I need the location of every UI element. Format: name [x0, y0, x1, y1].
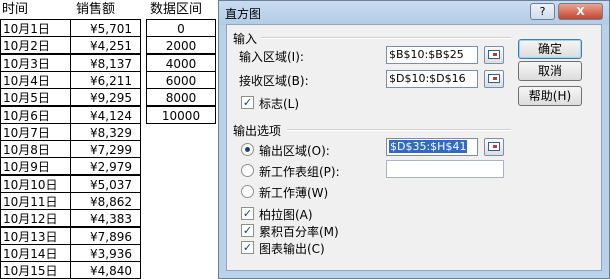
pareto-label: 柏拉图(A) — [259, 208, 313, 222]
cumulative-label: 累积百分率(M) — [259, 225, 339, 239]
chart-output-label: 图表输出(C) — [259, 242, 325, 256]
date-cell[interactable]: 10月5日 — [0, 88, 71, 107]
new-sheet-radio[interactable] — [241, 164, 254, 177]
dialog-title: 直方图 — [225, 7, 262, 21]
date-cell[interactable]: 10月14日 — [0, 243, 71, 262]
dialog-body: 输入 输入区域(I): $B$10:$B$25 接收区域(B): $D$10:$… — [226, 24, 602, 271]
sales-cell[interactable]: ¥7,896 — [70, 226, 141, 245]
cancel-button[interactable]: 取消 — [518, 61, 582, 81]
output-range-selected-text: $D$35:$H$41 — [389, 140, 468, 153]
date-cell[interactable]: 10月4日 — [0, 70, 71, 89]
bin-cell[interactable]: 6000 — [146, 70, 216, 89]
sales-cell[interactable]: ¥8,137 — [70, 53, 141, 72]
bin-range-label: 接收区域(B): — [239, 74, 309, 88]
sales-cell[interactable]: ¥5,037 — [70, 174, 141, 193]
date-cell[interactable]: 10月8日 — [0, 140, 71, 159]
histogram-dialog: 直方图 ? X 输入 输入区域(I): $B$10:$B$25 接收区域(B):… — [218, 0, 610, 279]
labels-checkbox[interactable]: ✓ — [241, 96, 254, 109]
bin-range-ref-button[interactable] — [484, 70, 504, 88]
title-help-button[interactable]: ? — [530, 3, 555, 20]
date-cell[interactable]: 10月9日 — [0, 157, 71, 176]
sales-cell[interactable]: ¥8,862 — [70, 192, 141, 210]
date-cell[interactable]: 10月3日 — [0, 53, 71, 72]
output-range-label: 输出区域(O): — [259, 144, 330, 158]
range-select-icon — [488, 74, 500, 83]
date-cell[interactable]: 10月2日 — [0, 36, 71, 55]
date-cell[interactable]: 10月6日 — [0, 105, 71, 124]
output-range-field[interactable]: $D$35:$H$41 — [386, 138, 478, 156]
bin-range-field[interactable]: $D$10:$D$16 — [386, 70, 478, 88]
bin-cell[interactable]: 2000 — [146, 36, 216, 55]
pareto-checkbox[interactable]: ✓ — [241, 207, 254, 220]
date-cell[interactable]: 10月10日 — [0, 174, 71, 193]
input-group-label: 输入 — [233, 32, 258, 46]
sales-cell[interactable]: ¥3,936 — [70, 243, 141, 262]
input-group-divider — [261, 37, 511, 39]
date-cell[interactable]: 10月11日 — [0, 192, 71, 210]
output-range-ref-button[interactable] — [484, 138, 504, 156]
date-cell[interactable]: 10月13日 — [0, 226, 71, 245]
header-bins[interactable]: 数据区间 — [148, 0, 218, 20]
sales-cell[interactable]: ¥4,383 — [70, 209, 141, 228]
chart-output-checkbox[interactable]: ✓ — [241, 241, 254, 254]
date-cell[interactable]: 10月7日 — [0, 122, 71, 141]
range-select-icon — [488, 50, 500, 59]
date-cell[interactable]: 10月12日 — [0, 209, 71, 228]
sales-cell[interactable]: ¥4,840 — [70, 261, 141, 279]
input-range-label: 输入区域(I): — [239, 50, 304, 64]
output-group-label: 输出选项 — [233, 124, 282, 138]
bin-cell[interactable]: 0 — [146, 19, 216, 37]
sales-cell[interactable]: ¥7,299 — [70, 140, 141, 159]
input-range-field[interactable]: $B$10:$B$25 — [386, 46, 478, 64]
ok-button[interactable]: 确定 — [518, 39, 582, 59]
dialog-titlebar[interactable]: 直方图 ? X — [219, 1, 609, 25]
sales-cell[interactable]: ¥4,124 — [70, 105, 141, 124]
input-range-ref-button[interactable] — [484, 46, 504, 64]
bin-cell[interactable]: 4000 — [146, 53, 216, 72]
bin-cell[interactable]: 10000 — [146, 105, 216, 124]
header-time[interactable]: 时间 — [0, 0, 70, 20]
sales-cell[interactable]: ¥4,251 — [70, 36, 141, 55]
cumulative-checkbox[interactable]: ✓ — [241, 224, 254, 237]
bin-cell[interactable]: 8000 — [146, 88, 216, 107]
help-button[interactable]: 帮助(H) — [518, 86, 582, 106]
output-range-radio[interactable] — [241, 143, 254, 156]
sales-cell[interactable]: ¥6,211 — [70, 70, 141, 89]
new-workbook-radio[interactable] — [241, 185, 254, 198]
sales-cell[interactable]: ¥5,701 — [70, 19, 141, 37]
new-sheet-field[interactable] — [386, 160, 504, 178]
range-select-icon — [488, 142, 500, 151]
labels-checkbox-label: 标志(L) — [259, 97, 300, 111]
output-group-divider — [287, 129, 511, 131]
new-sheet-label: 新工作表组(P): — [259, 165, 340, 179]
date-cell[interactable]: 10月15日 — [0, 261, 71, 279]
header-sales[interactable]: 销售额 — [74, 0, 140, 20]
close-button[interactable]: X — [558, 3, 603, 20]
sales-cell[interactable]: ¥2,979 — [70, 157, 141, 176]
date-cell[interactable]: 10月1日 — [0, 19, 71, 37]
sales-cell[interactable]: ¥8,329 — [70, 122, 141, 141]
sales-cell[interactable]: ¥9,295 — [70, 88, 141, 107]
new-workbook-label: 新工作薄(W) — [259, 186, 329, 200]
